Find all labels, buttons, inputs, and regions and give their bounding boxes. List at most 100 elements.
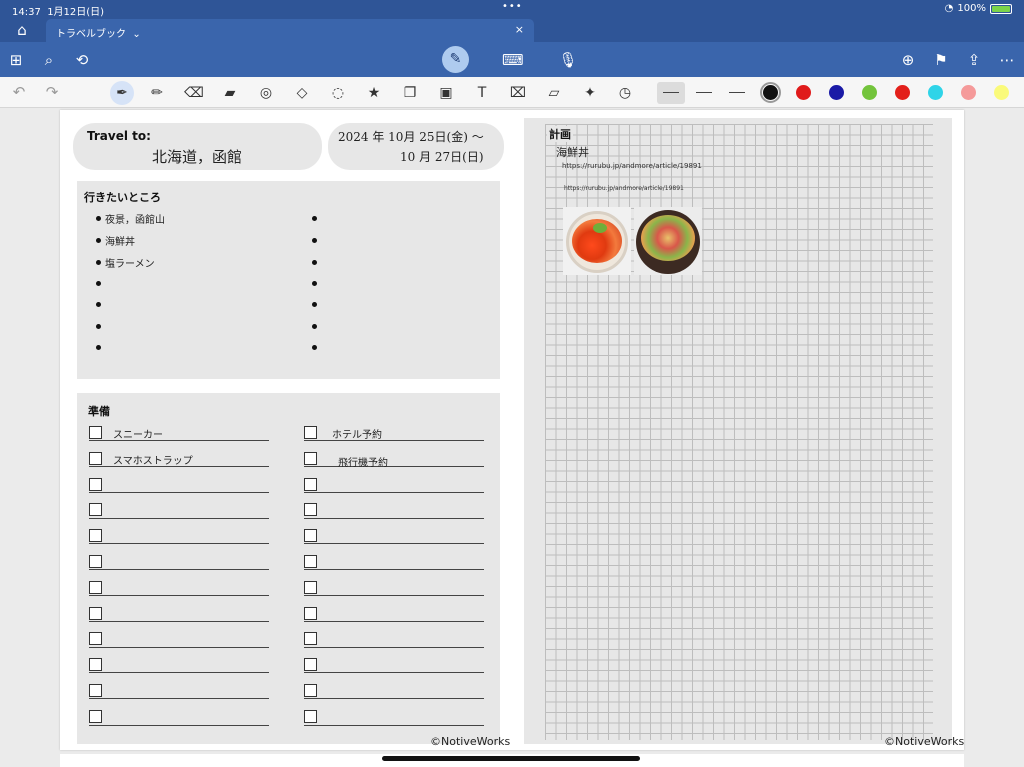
color-yellow[interactable] bbox=[994, 85, 1009, 100]
redo-icon[interactable]: ↷ bbox=[42, 83, 62, 103]
lasso-select-icon[interactable]: ⟲ bbox=[72, 50, 92, 70]
color-red-2[interactable] bbox=[895, 85, 910, 100]
place-item-3: 塩ラーメン bbox=[105, 259, 155, 270]
checkbox[interactable] bbox=[89, 529, 102, 542]
pen-tool-icon[interactable]: ✒ bbox=[110, 81, 134, 105]
destination-text: 北海道，函館 bbox=[152, 148, 243, 166]
color-green[interactable] bbox=[862, 85, 877, 100]
tape-icon[interactable]: ◎ bbox=[256, 83, 276, 103]
shapes-icon[interactable]: ◇ bbox=[292, 83, 312, 103]
kaisendon-image-1[interactable] bbox=[563, 207, 631, 275]
checklist-line bbox=[89, 569, 269, 570]
checklist-line bbox=[89, 492, 269, 493]
add-page-icon[interactable]: ⊕ bbox=[898, 50, 918, 70]
stickers-icon[interactable]: ★ bbox=[364, 83, 384, 103]
color-cyan[interactable] bbox=[928, 85, 943, 100]
checkbox[interactable] bbox=[89, 426, 102, 439]
status-bar: 14:37 1月12日(日) ••• ◔ 100% bbox=[0, 0, 1024, 18]
checkbox[interactable] bbox=[89, 710, 102, 723]
stroke-thick[interactable] bbox=[723, 82, 751, 104]
eraser-icon[interactable]: ⌫ bbox=[184, 83, 204, 103]
bullet bbox=[312, 216, 317, 221]
grid-icon[interactable]: ⊞ bbox=[6, 50, 26, 70]
share-icon[interactable]: ⇪ bbox=[964, 50, 984, 70]
pencil-icon[interactable]: ✏ bbox=[147, 83, 167, 103]
checklist-line bbox=[89, 518, 269, 519]
tab-travel-book[interactable]: トラベルブック ⌄ × bbox=[46, 19, 534, 42]
checkbox[interactable] bbox=[304, 555, 317, 568]
checklist-line bbox=[304, 698, 484, 699]
laser-pointer-icon[interactable]: ✦ bbox=[580, 83, 600, 103]
prep-heading: 準備 bbox=[88, 405, 110, 418]
tab-chevron-icon[interactable]: ⌄ bbox=[132, 29, 140, 40]
color-red[interactable] bbox=[796, 85, 811, 100]
kaisendon-image-2[interactable] bbox=[634, 207, 702, 275]
checkbox[interactable] bbox=[89, 581, 102, 594]
home-icon[interactable]: ⌂ bbox=[12, 21, 32, 39]
checkbox[interactable] bbox=[304, 581, 317, 594]
multitask-dots-icon[interactable]: ••• bbox=[502, 1, 523, 12]
bullet bbox=[96, 238, 101, 243]
checkbox[interactable] bbox=[89, 503, 102, 516]
checklist-line bbox=[89, 621, 269, 622]
checkbox[interactable] bbox=[304, 503, 317, 516]
pen-icon[interactable]: ✎ bbox=[442, 46, 469, 73]
checkbox[interactable] bbox=[89, 452, 102, 465]
color-black[interactable] bbox=[760, 82, 781, 103]
url-link-1[interactable]: https://rurubu.jp/andmore/article/19891 bbox=[562, 162, 702, 170]
microphone-icon[interactable]: 🎙 bbox=[558, 50, 578, 70]
checklist-line bbox=[304, 518, 484, 519]
wifi-icon: ◔ bbox=[944, 3, 954, 14]
undo-icon[interactable]: ↶ bbox=[9, 83, 29, 103]
checklist-line bbox=[89, 672, 269, 673]
battery-percent: 100% bbox=[957, 3, 986, 14]
checkbox[interactable] bbox=[89, 478, 102, 491]
search-icon[interactable]: ⌕ bbox=[39, 50, 59, 70]
stroke-thin[interactable] bbox=[657, 82, 685, 104]
checkbox[interactable] bbox=[304, 607, 317, 620]
highlighter-icon[interactable]: ▰ bbox=[220, 83, 240, 103]
keyboard-icon[interactable]: ⌨ bbox=[502, 50, 524, 70]
bullet bbox=[312, 260, 317, 265]
stroke-medium[interactable] bbox=[690, 82, 718, 104]
image-icon[interactable]: ▣ bbox=[436, 83, 456, 103]
checkbox[interactable] bbox=[304, 529, 317, 542]
tools-bar: ↶ ↷ ✒ ✏ ⌫ ▰ ◎ ◇ ◌ ★ ❐ ▣ T ⌧ ▱ ✦ ◷ bbox=[0, 77, 1024, 108]
color-pink[interactable] bbox=[961, 85, 976, 100]
checklist-line bbox=[304, 647, 484, 648]
checkbox[interactable] bbox=[89, 607, 102, 620]
checkbox[interactable] bbox=[89, 555, 102, 568]
checkbox[interactable] bbox=[304, 426, 317, 439]
checkbox[interactable] bbox=[304, 710, 317, 723]
color-blue[interactable] bbox=[829, 85, 844, 100]
checklist-line bbox=[304, 492, 484, 493]
checkbox[interactable] bbox=[89, 658, 102, 671]
bullet bbox=[96, 281, 101, 286]
lasso-icon[interactable]: ◌ bbox=[328, 83, 348, 103]
checkbox[interactable] bbox=[304, 632, 317, 645]
scan-icon[interactable]: ⌧ bbox=[508, 83, 528, 103]
url-link-2[interactable]: https://rurubu.jp/andmore/article/19891 bbox=[564, 185, 684, 192]
bookmark-icon[interactable]: ⚑ bbox=[931, 50, 951, 70]
more-icon[interactable]: ⋯ bbox=[997, 50, 1017, 70]
checkbox[interactable] bbox=[304, 452, 317, 465]
checklist-line bbox=[304, 569, 484, 570]
checklist-line bbox=[304, 725, 484, 726]
bullet bbox=[96, 324, 101, 329]
tab-close-icon[interactable]: × bbox=[515, 23, 524, 36]
checkbox[interactable] bbox=[304, 478, 317, 491]
status-time-date: 14:37 1月12日(日) bbox=[12, 3, 104, 18]
elements-icon[interactable]: ❐ bbox=[400, 83, 420, 103]
checkbox[interactable] bbox=[89, 632, 102, 645]
places-heading: 行きたいところ bbox=[84, 191, 161, 204]
textbox-icon[interactable]: T bbox=[472, 83, 492, 103]
place-item-1: 夜景，函館山 bbox=[105, 215, 165, 226]
battery-icon bbox=[990, 3, 1012, 14]
main-toolbar: ⊞ ⌕ ⟲ ✎ ⌨ 🎙 ⊕ ⚑ ⇪ ⋯ bbox=[0, 42, 1024, 77]
checkbox[interactable] bbox=[304, 684, 317, 697]
timer-icon[interactable]: ◷ bbox=[615, 83, 635, 103]
ruler-icon[interactable]: ▱ bbox=[544, 83, 564, 103]
checkbox[interactable] bbox=[89, 684, 102, 697]
checkbox[interactable] bbox=[304, 658, 317, 671]
home-indicator[interactable] bbox=[382, 756, 640, 761]
